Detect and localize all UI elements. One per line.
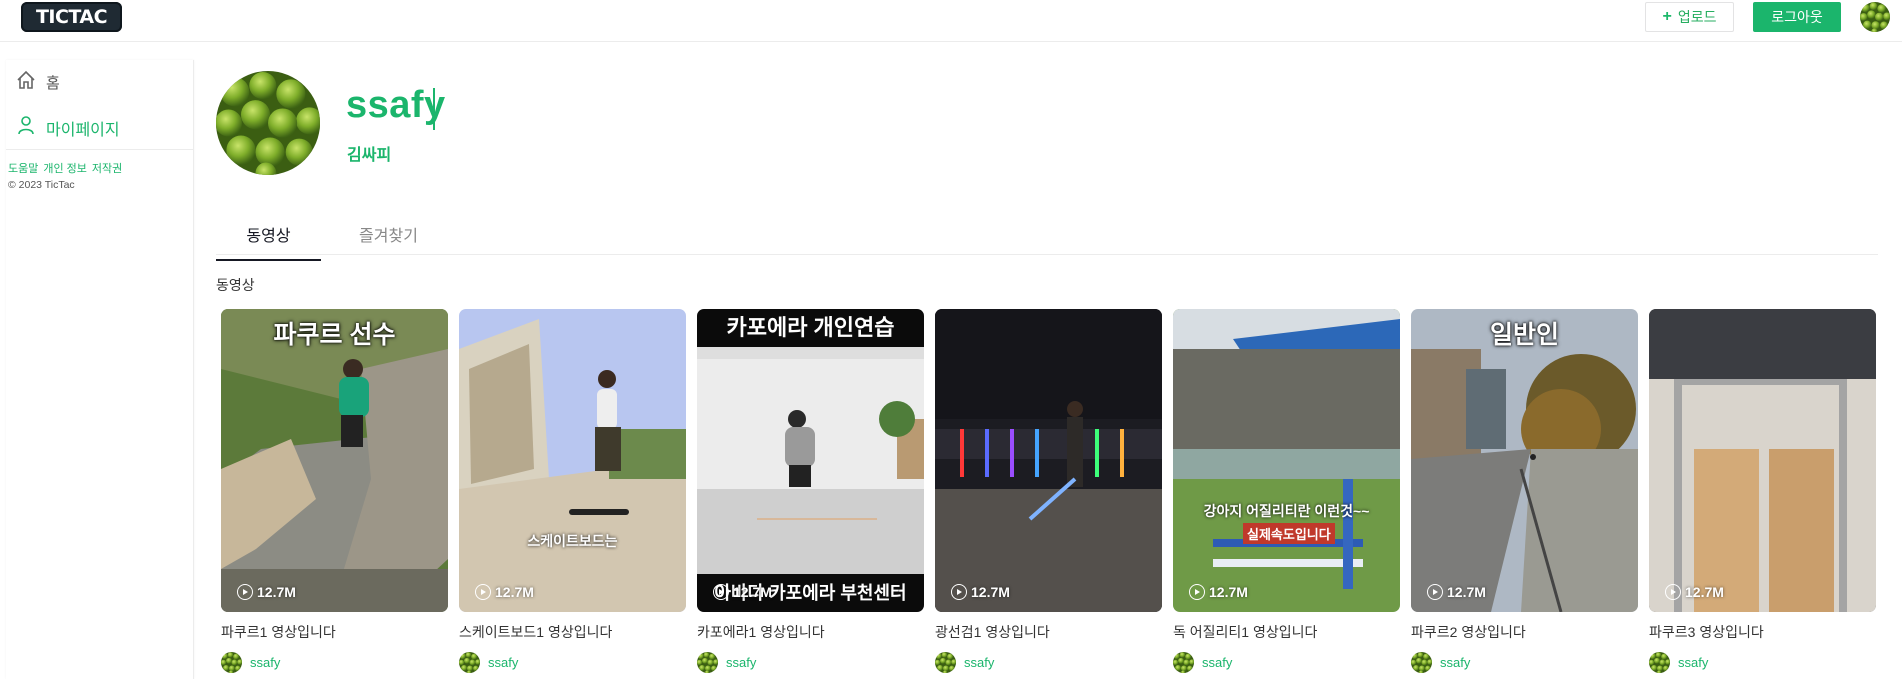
footer-links: 도움말 개인 정보 저작권 (8, 160, 122, 176)
video-card[interactable]: 12.7M 광선검1 영상입니다 ssafy (935, 309, 1162, 673)
sidebar-item-label: 마이페이지 (46, 121, 120, 139)
video-thumbnail[interactable]: 12.7M (1649, 309, 1876, 612)
upload-button[interactable]: + 업로드 (1645, 2, 1734, 32)
video-author[interactable]: ssafy (1411, 652, 1638, 673)
video-overlay-text: 카포에라 개인연습 (697, 309, 924, 347)
sidebar-item-label: 홈 (46, 74, 60, 92)
video-card[interactable]: 스케이트보드는 12.7M 스케이트보드1 영상입니다 ssafy (459, 309, 686, 673)
video-overlay-text: 스케이트보드는 (527, 533, 618, 549)
video-title[interactable]: 카포에라1 영상입니다 (697, 622, 924, 642)
play-icon (475, 584, 491, 600)
video-thumbnail[interactable]: 스케이트보드는 12.7M (459, 309, 686, 612)
view-count: 12.7M (1665, 584, 1724, 600)
author-avatar (935, 652, 956, 673)
view-count: 12.7M (237, 584, 296, 600)
footer-link-help[interactable]: 도움말 (8, 160, 38, 176)
video-author[interactable]: ssafy (935, 652, 1162, 673)
author-avatar (221, 652, 242, 673)
video-author[interactable]: ssafy (459, 652, 686, 673)
video-title[interactable]: 파쿠르2 영상입니다 (1411, 622, 1638, 642)
app-logo[interactable]: TICTAC (21, 2, 122, 32)
view-count-value: 12.7M (733, 584, 772, 600)
view-count-value: 12.7M (971, 584, 1010, 600)
text-caret (433, 88, 435, 130)
tab-favorites[interactable]: 즐겨찾기 (336, 222, 441, 254)
author-name: ssafy (250, 655, 281, 670)
footer-link-copyright[interactable]: 저작권 (92, 160, 122, 176)
copyright-text: © 2023 TicTac (8, 179, 75, 191)
play-icon (1665, 584, 1681, 600)
header-avatar[interactable] (1860, 2, 1890, 32)
video-thumbnail[interactable]: 강아지 어질리티란 이런것~~ 실제속도입니다 12.7M (1173, 309, 1400, 612)
play-icon (713, 584, 729, 600)
view-count: 12.7M (475, 584, 534, 600)
view-count-value: 12.7M (257, 584, 296, 600)
author-name: ssafy (1202, 655, 1233, 670)
divider (6, 149, 194, 150)
video-card[interactable]: 파쿠르 선수 12.7M 파쿠르1 영상입니다 ssafy (221, 309, 448, 673)
logout-button[interactable]: 로그아웃 (1753, 2, 1841, 32)
profile-username: ssafy (346, 84, 446, 126)
author-avatar (1411, 652, 1432, 673)
author-avatar (697, 652, 718, 673)
plus-icon: + (1662, 8, 1672, 25)
video-title[interactable]: 파쿠르1 영상입니다 (221, 622, 448, 642)
author-name: ssafy (964, 655, 995, 670)
video-title[interactable]: 스케이트보드1 영상입니다 (459, 622, 686, 642)
video-author[interactable]: ssafy (1173, 652, 1400, 673)
upload-label: 업로드 (1677, 9, 1717, 25)
footer-link-privacy[interactable]: 개인 정보 (43, 160, 87, 176)
profile-tabs: 동영상 즐겨찾기 (216, 214, 1878, 261)
play-icon (1189, 584, 1205, 600)
video-author[interactable]: ssafy (697, 652, 924, 673)
video-title[interactable]: 광선검1 영상입니다 (935, 622, 1162, 642)
author-name: ssafy (1678, 655, 1709, 670)
video-card[interactable]: 카포에라 개인연습 아바다 카포에라 부천센터 12.7M 카포에라1 영상입니… (697, 309, 924, 673)
video-overlay-tag: 실제속도입니다 (1243, 523, 1335, 544)
view-count: 12.7M (951, 584, 1010, 600)
author-avatar (1649, 652, 1670, 673)
sidebar-item-home[interactable]: 홈 (16, 70, 60, 94)
video-overlay-text: 강아지 어질리티란 이런것~~ (1203, 503, 1370, 519)
sidebar-item-mypage[interactable]: 마이페이지 (16, 115, 120, 140)
view-count-value: 12.7M (1209, 584, 1248, 600)
view-count-value: 12.7M (495, 584, 534, 600)
profile-name: 김싸피 (347, 147, 392, 164)
section-label: 동영상 (216, 277, 255, 293)
author-avatar (459, 652, 480, 673)
video-author[interactable]: ssafy (1649, 652, 1876, 673)
video-card[interactable]: 12.7M 파쿠르3 영상입니다 ssafy (1649, 309, 1876, 673)
author-name: ssafy (488, 655, 519, 670)
user-icon (16, 115, 36, 140)
top-header: TICTAC + 업로드 로그아웃 (0, 0, 1902, 42)
play-icon (951, 584, 967, 600)
home-icon (16, 70, 36, 94)
author-name: ssafy (1440, 655, 1471, 670)
play-icon (237, 584, 253, 600)
view-count: 12.7M (1189, 584, 1248, 600)
video-overlay-text: 파쿠르 선수 (273, 321, 396, 349)
video-title[interactable]: 독 어질리티1 영상입니다 (1173, 622, 1400, 642)
video-card[interactable]: 일반인 12.7M 파쿠르2 영상입니다 ssafy (1411, 309, 1638, 673)
view-count-value: 12.7M (1685, 584, 1724, 600)
author-name: ssafy (726, 655, 757, 670)
video-card[interactable]: 강아지 어질리티란 이런것~~ 실제속도입니다 12.7M 독 어질리티1 영상… (1173, 309, 1400, 673)
video-thumbnail[interactable]: 일반인 12.7M (1411, 309, 1638, 612)
view-count: 12.7M (713, 584, 772, 600)
profile-avatar (216, 71, 320, 175)
play-icon (1427, 584, 1443, 600)
sidebar: 홈 마이페이지 도움말 개인 정보 저작권 © 2023 TicTac (6, 60, 194, 679)
video-thumbnail[interactable]: 카포에라 개인연습 아바다 카포에라 부천센터 12.7M (697, 309, 924, 612)
view-count: 12.7M (1427, 584, 1486, 600)
author-avatar (1173, 652, 1194, 673)
video-title[interactable]: 파쿠르3 영상입니다 (1649, 622, 1876, 642)
video-overlay-text: 일반인 (1489, 321, 1559, 349)
tab-videos[interactable]: 동영상 (216, 222, 321, 261)
view-count-value: 12.7M (1447, 584, 1486, 600)
video-author[interactable]: ssafy (221, 652, 448, 673)
video-thumbnail[interactable]: 12.7M (935, 309, 1162, 612)
video-thumbnail[interactable]: 파쿠르 선수 12.7M (221, 309, 448, 612)
